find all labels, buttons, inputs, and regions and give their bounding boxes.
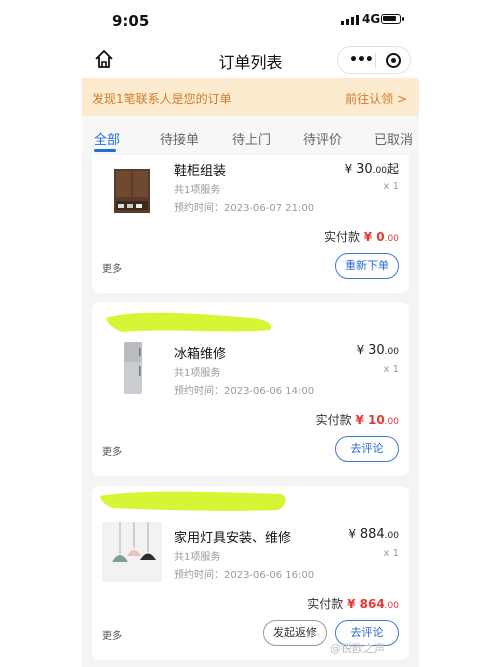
more-link[interactable]: 更多 <box>102 260 122 275</box>
tab-cancelled[interactable]: 已取消 <box>374 129 413 148</box>
order-service-name: 家用灯具安装、维修 <box>174 531 292 546</box>
order-quantity: x 1 <box>383 364 399 375</box>
watermark-text: @锐欧之声 <box>330 642 385 655</box>
order-paid-amount: 实付款 ¥ 0.00 <box>323 230 399 244</box>
order-card[interactable]: 鞋柜组装 ¥ 30.00起 共1项服务 x 1 预约时间：2023-06-07 … <box>92 155 409 293</box>
tab-all[interactable]: 全部 <box>94 129 120 148</box>
nav-bar: 订单列表 ••• <box>82 40 419 78</box>
tab-pending-review[interactable]: 待评价 <box>303 129 342 148</box>
order-paid-amount: 实付款 ¥ 10.00 <box>315 413 399 427</box>
order-quantity: x 1 <box>383 548 399 559</box>
more-icon[interactable]: ••• <box>349 52 374 68</box>
order-card[interactable]: 冰箱维修 ¥ 30.00 共1项服务 x 1 预约时间：2023-06-06 1… <box>92 302 409 476</box>
order-appointment-time: 预约时间：2023-06-06 16:00 <box>174 570 315 581</box>
order-price: ¥ 884.00 <box>348 527 399 542</box>
order-tabs: 全部 待接单 待上门 待评价 已取消 <box>82 116 419 154</box>
claim-banner[interactable]: 发现1笔联系人是您的订单 前往认领 > <box>82 78 419 116</box>
shoe-cabinet-image <box>114 169 150 213</box>
order-paid-amount: 实付款 ¥ 864.00 <box>307 597 399 611</box>
redaction-scribble <box>100 491 286 511</box>
order-price: ¥ 30.00 <box>356 343 399 358</box>
tab-pending-visit[interactable]: 待上门 <box>232 129 271 148</box>
order-service-count: 共1项服务 <box>174 552 221 563</box>
order-card[interactable]: 家用灯具安装、维修 ¥ 884.00 共1项服务 x 1 预约时间：2023-0… <box>92 486 409 660</box>
status-time: 9:05 <box>112 12 150 30</box>
tab-pending-accept[interactable]: 待接单 <box>160 129 199 148</box>
network-label: 4G <box>362 12 381 26</box>
order-service-count: 共1项服务 <box>174 185 221 196</box>
order-appointment-time: 预约时间：2023-06-06 14:00 <box>174 386 315 397</box>
review-button[interactable]: 去评论 <box>335 436 399 462</box>
tab-indicator <box>94 149 116 152</box>
request-repair-button[interactable]: 发起返修 <box>263 620 327 646</box>
close-target-icon[interactable] <box>386 53 401 68</box>
signal-icon <box>341 15 359 25</box>
pendant-lamps-image <box>102 522 162 582</box>
reorder-button[interactable]: 重新下单 <box>335 253 399 279</box>
order-quantity: x 1 <box>383 181 399 192</box>
order-appointment-time: 预约时间：2023-06-07 21:00 <box>174 203 315 214</box>
more-link[interactable]: 更多 <box>102 443 122 458</box>
status-bar: 9:05 4G <box>82 0 419 40</box>
refrigerator-image <box>124 342 142 394</box>
order-price: ¥ 30.00起 <box>344 162 399 177</box>
capsule-divider <box>375 53 376 68</box>
more-link[interactable]: 更多 <box>102 627 122 642</box>
phone-screen: 9:05 4G 订单列表 ••• 发现1笔联系人是您的订单 前往认领 > 全部 … <box>82 0 419 667</box>
mini-program-capsule: ••• <box>337 46 411 74</box>
redaction-scribble <box>106 312 272 332</box>
battery-icon <box>381 14 404 24</box>
order-service-name: 冰箱维修 <box>174 347 227 362</box>
banner-text: 发现1笔联系人是您的订单 <box>92 92 232 106</box>
order-service-count: 共1项服务 <box>174 368 221 379</box>
order-service-name: 鞋柜组装 <box>174 164 227 179</box>
banner-claim-link[interactable]: 前往认领 > <box>345 90 407 107</box>
